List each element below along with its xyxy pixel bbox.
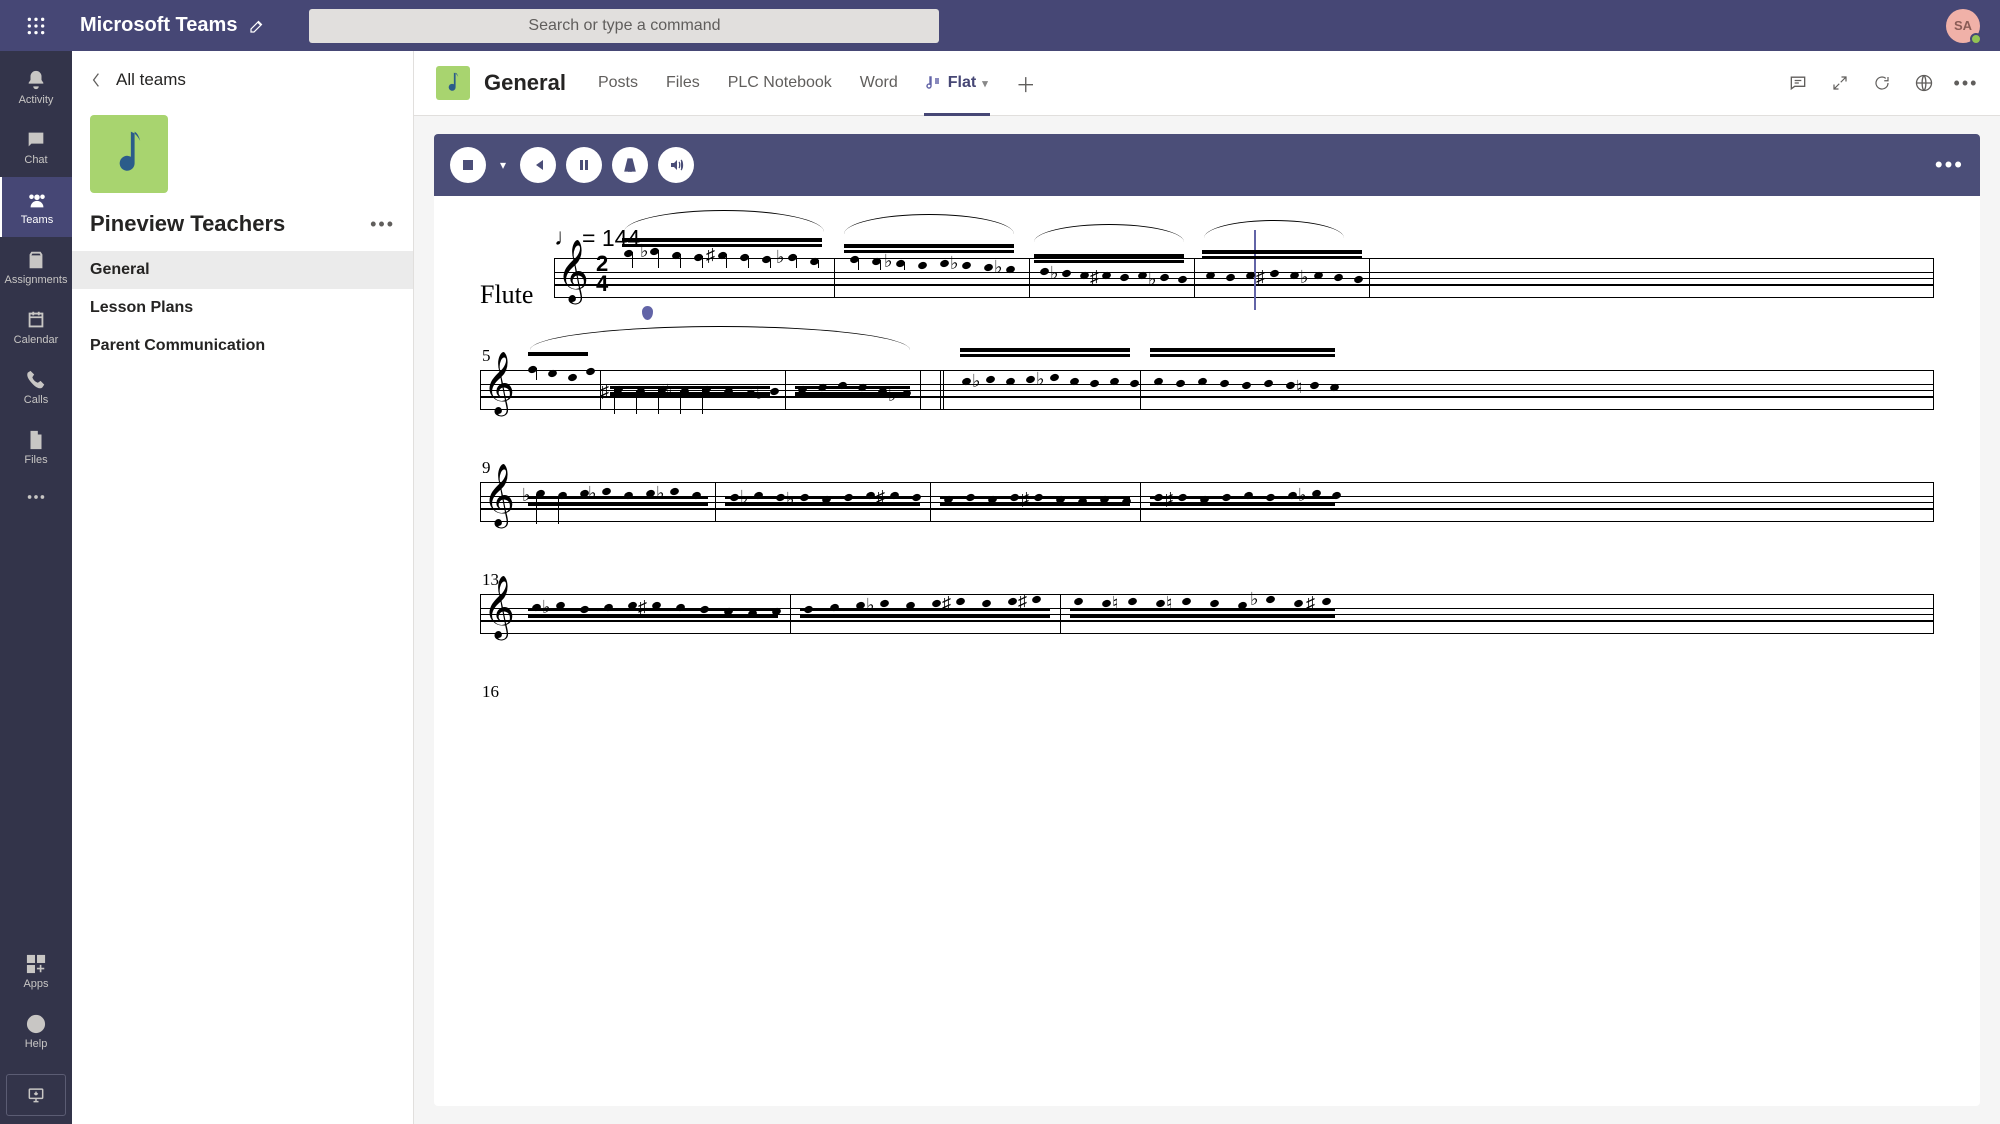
rail-calls[interactable]: Calls xyxy=(0,357,72,417)
back-to-all-teams[interactable]: All teams xyxy=(72,51,413,109)
stop-button[interactable] xyxy=(450,147,486,183)
team-more-icon[interactable]: ••• xyxy=(370,214,395,235)
playback-marker-icon xyxy=(642,306,653,320)
rail-apps[interactable]: Apps xyxy=(0,946,72,1006)
volume-button[interactable] xyxy=(658,147,694,183)
rail-label: Calendar xyxy=(14,334,59,346)
notes xyxy=(480,570,1934,642)
channel-lesson-plans[interactable]: Lesson Plans xyxy=(72,289,413,327)
expand-icon[interactable] xyxy=(1828,71,1852,95)
app-rail: Activity Chat Teams Assignments Calendar… xyxy=(0,51,72,1124)
app-launcher-icon[interactable] xyxy=(12,16,60,36)
rail-calendar[interactable]: Calendar xyxy=(0,297,72,357)
measure-number: 16 xyxy=(482,682,1934,702)
compose-icon[interactable] xyxy=(237,6,277,46)
staff-system: 16 xyxy=(480,682,1934,702)
user-initials: SA xyxy=(1954,18,1972,33)
globe-icon[interactable] xyxy=(1912,71,1936,95)
tab-plc-notebook[interactable]: PLC Notebook xyxy=(718,51,842,116)
pause-button[interactable] xyxy=(566,147,602,183)
flat-app: ▾ 12 ••• ♩ = 144 Flute 𝄞 xyxy=(434,134,1980,1106)
add-tab-button[interactable]: ＋ xyxy=(1010,67,1042,99)
rail-label: Assignments xyxy=(5,274,68,286)
rail-label: Chat xyxy=(24,154,47,166)
search-placeholder: Search or type a command xyxy=(528,17,720,35)
rail-help[interactable]: Help xyxy=(0,1006,72,1066)
channel-header: General Posts Files PLC Notebook Word Fl… xyxy=(414,51,2000,116)
staff-system: 9 𝄞 xyxy=(480,458,1934,522)
staff-system: Flute 𝄞 2 4 xyxy=(480,258,1934,298)
skip-back-button[interactable] xyxy=(520,147,556,183)
download-desktop-icon[interactable] xyxy=(6,1074,66,1116)
tab-word[interactable]: Word xyxy=(850,51,908,116)
music-note-icon xyxy=(107,126,151,182)
reload-icon[interactable] xyxy=(1870,71,1894,95)
team-avatar[interactable] xyxy=(90,115,168,193)
search-input[interactable]: Search or type a command xyxy=(309,9,939,43)
playback-options-chevron[interactable]: ▾ xyxy=(496,158,510,172)
rail-chat[interactable]: Chat xyxy=(0,117,72,177)
rail-label: Help xyxy=(25,1038,48,1050)
tab-posts[interactable]: Posts xyxy=(588,51,648,116)
flat-more-icon[interactable]: ••• xyxy=(1935,152,1964,178)
rail-more[interactable] xyxy=(0,477,72,517)
rail-activity[interactable]: Activity xyxy=(0,57,72,117)
rail-label: Files xyxy=(24,454,47,466)
more-icon[interactable]: ••• xyxy=(1954,71,1978,95)
tab-files[interactable]: Files xyxy=(656,51,710,116)
chevron-down-icon: ▾ xyxy=(982,77,988,90)
channel-parent-communication[interactable]: Parent Communication xyxy=(72,327,413,365)
conversation-icon[interactable] xyxy=(1786,71,1810,95)
chevron-left-icon xyxy=(90,72,102,88)
tab-flat[interactable]: Flat ▾ xyxy=(916,51,998,116)
back-label: All teams xyxy=(116,70,186,90)
music-note-icon xyxy=(443,70,463,96)
flat-toolbar: ▾ 12 ••• xyxy=(434,134,1980,196)
staff-system: 5 𝄞 xyxy=(480,346,1934,410)
channel-icon xyxy=(436,66,470,100)
presence-available-icon xyxy=(1970,33,1982,45)
rail-label: Teams xyxy=(21,214,53,226)
rail-label: Apps xyxy=(23,978,48,990)
channel-general[interactable]: General xyxy=(72,251,413,289)
rail-label: Calls xyxy=(24,394,48,406)
teams-sidebar: All teams Pineview Teachers ••• General … xyxy=(72,51,414,1124)
main-content: General Posts Files PLC Notebook Word Fl… xyxy=(414,51,2000,1124)
notes xyxy=(480,346,1934,418)
rail-files[interactable]: Files xyxy=(0,417,72,477)
app-title: Microsoft Teams xyxy=(80,14,237,37)
flat-app-icon xyxy=(926,75,942,91)
instrument-label: Flute xyxy=(480,280,533,310)
user-avatar[interactable]: SA xyxy=(1946,9,1980,43)
staff-system: 13 𝄞 xyxy=(480,570,1934,634)
metronome-button[interactable]: 12 xyxy=(612,147,648,183)
music-score[interactable]: ♩ = 144 Flute 𝄞 2 4 xyxy=(434,196,1980,1106)
rail-label: Activity xyxy=(19,94,54,106)
notes: [] xyxy=(554,234,1934,306)
rail-teams[interactable]: Teams xyxy=(0,177,72,237)
team-name: Pineview Teachers xyxy=(90,211,285,237)
tab-label: Flat xyxy=(948,74,976,92)
svg-text:12: 12 xyxy=(628,168,633,173)
rail-assignments[interactable]: Assignments xyxy=(0,237,72,297)
channel-title: General xyxy=(484,70,566,96)
